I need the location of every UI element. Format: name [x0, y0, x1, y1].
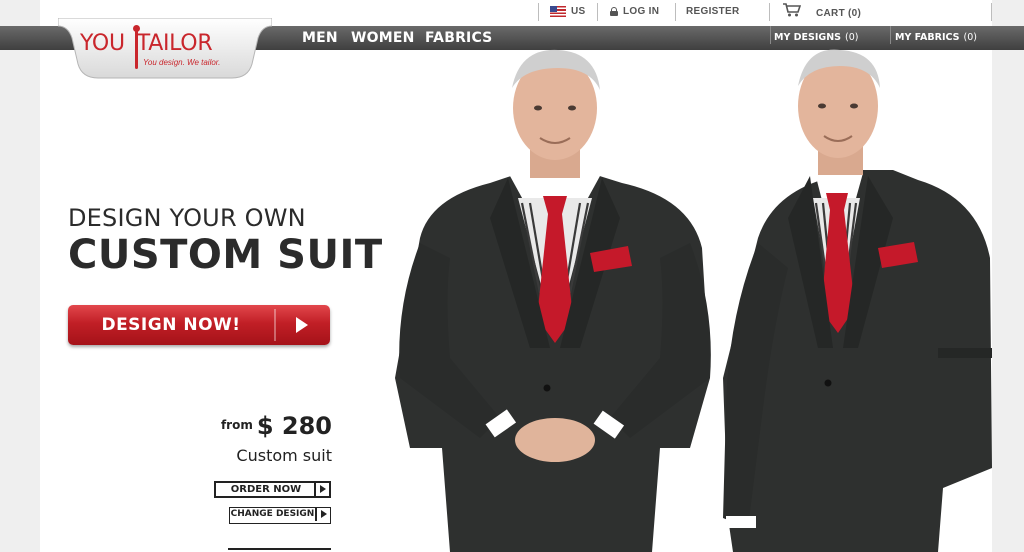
region-label: US — [571, 6, 586, 17]
divider — [770, 26, 771, 44]
login-label: LOG IN — [623, 6, 660, 17]
button-divider — [274, 309, 276, 341]
shopping-cart-icon — [783, 3, 801, 17]
price-amount: $ 280 — [256, 412, 332, 440]
my-designs-count: (0) — [844, 32, 859, 43]
divider — [597, 3, 598, 21]
logo-tagline: You design. We tailor. — [143, 58, 221, 67]
change-design-button[interactable]: CHANGE DESIGN — [229, 507, 331, 524]
model-photo-side — [723, 49, 992, 552]
nav-men[interactable]: MEN — [302, 30, 338, 46]
arrow-right-icon — [315, 508, 330, 521]
design-now-button[interactable]: DESIGN NOW! — [68, 305, 330, 345]
divider — [890, 26, 891, 44]
change-design-label: CHANGE DESIGN — [230, 509, 315, 519]
divider — [675, 3, 676, 21]
hero-subheading: DESIGN YOUR OWN — [68, 204, 306, 232]
logo-word-tailor: TAILOR — [136, 31, 213, 56]
price-caption: Custom suit — [236, 446, 332, 465]
needle-icon — [133, 25, 140, 69]
register-link[interactable]: REGISTER — [686, 6, 740, 17]
play-arrow-icon — [296, 317, 308, 333]
divider — [769, 3, 770, 21]
additional-button[interactable] — [228, 548, 331, 552]
price-from: from — [220, 418, 253, 432]
login-link[interactable]: LOG IN — [610, 6, 659, 17]
price-block: from $ 280 Custom suit — [221, 412, 332, 465]
my-fabrics-label: MY FABRICS — [895, 32, 960, 43]
divider — [991, 3, 992, 21]
cart-link[interactable]: CART (0) — [783, 3, 862, 19]
my-fabrics-link[interactable]: MY FABRICS (0) — [895, 32, 977, 43]
nav-fabrics[interactable]: FABRICS — [425, 30, 492, 46]
my-fabrics-count: (0) — [963, 32, 977, 43]
order-now-label: ORDER NOW — [230, 484, 302, 495]
register-label: REGISTER — [686, 6, 740, 17]
cart-label: CART (0) — [816, 7, 862, 19]
my-designs-link[interactable]: MY DESIGNS (0) — [774, 32, 858, 43]
lock-icon — [610, 7, 618, 16]
order-now-button[interactable]: ORDER NOW — [214, 481, 331, 498]
logo-word-you: YOU — [80, 31, 125, 56]
model-photo-front — [395, 49, 711, 552]
my-designs-label: MY DESIGNS — [774, 32, 841, 43]
divider — [538, 3, 539, 21]
arrow-right-icon — [314, 483, 329, 496]
region-selector[interactable]: US — [550, 6, 586, 17]
logo-wordmark: YOU TAILOR — [80, 31, 213, 56]
page: US LOG IN REGISTER CART (0) MEN WOMEN FA… — [0, 0, 1024, 552]
hero-heading: CUSTOM SUIT — [68, 232, 383, 278]
nav-women[interactable]: WOMEN — [351, 30, 415, 46]
us-flag-icon — [550, 6, 566, 17]
logo[interactable]: YOU TAILOR You design. We tailor. — [58, 18, 272, 80]
design-now-label: DESIGN NOW! — [101, 315, 241, 335]
